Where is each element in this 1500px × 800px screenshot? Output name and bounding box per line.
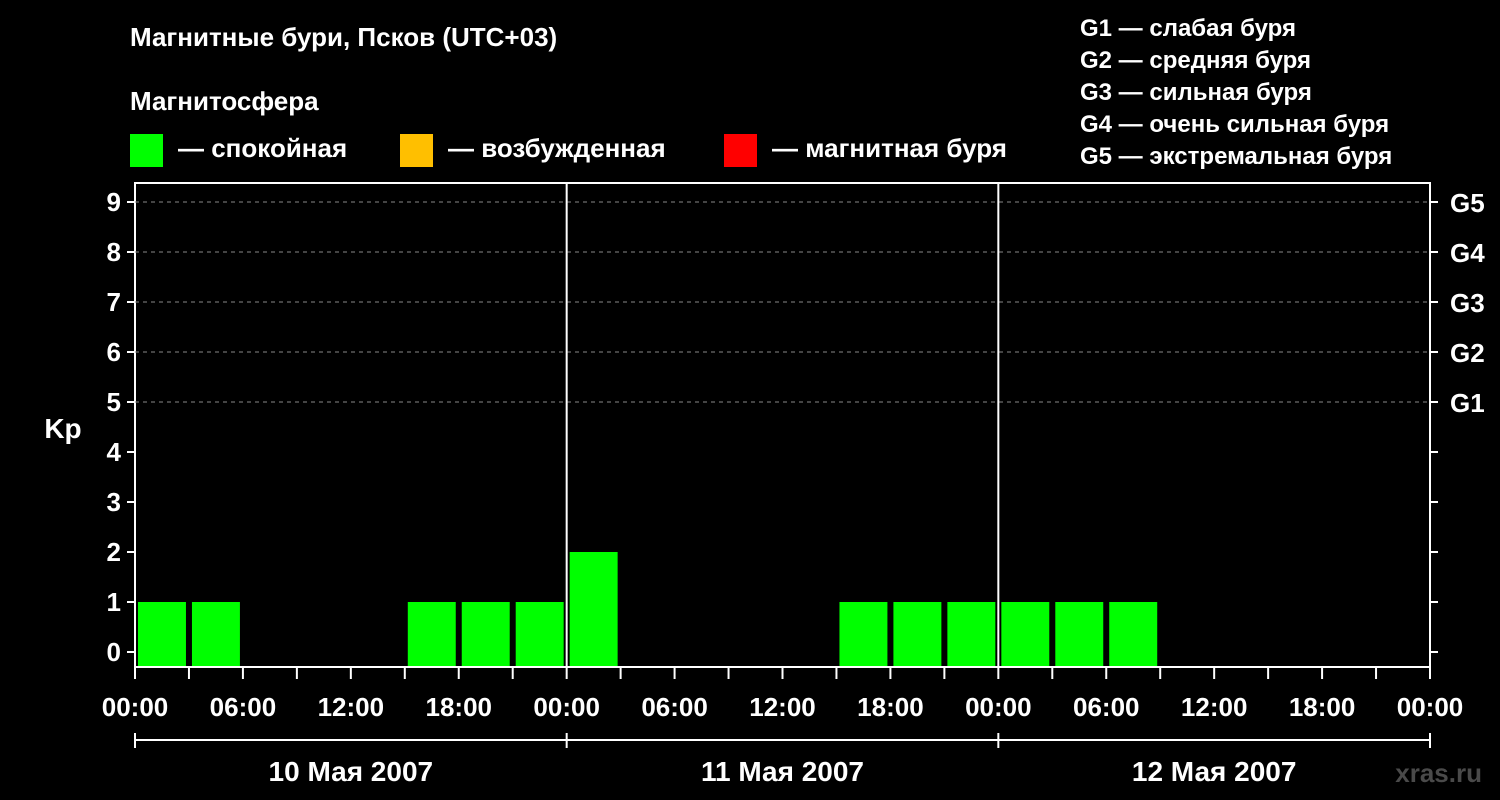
storm-level-label: G3 [1450,288,1485,318]
x-tick-label: 18:00 [1289,692,1356,722]
day-label: 10 Мая 2007 [269,756,434,787]
y-tick-label: 3 [107,487,121,517]
x-tick-label: 06:00 [210,692,277,722]
storm-level-label: G2 [1450,338,1485,368]
y-tick-label: 9 [107,187,121,217]
y-tick-label: 1 [107,587,121,617]
x-tick-label: 06:00 [641,692,708,722]
x-tick-label: 18:00 [857,692,924,722]
day-label: 12 Мая 2007 [1132,756,1297,787]
kp-bar [461,602,510,666]
storm-level-label: G1 [1450,388,1485,418]
kp-chart: 0 1 2 3 4 5 6 7 8 9 Kp G1 G2 G3 G4 G5 00:00 06:00 12:00 18:… [44,182,1485,787]
kp-bar [893,602,942,666]
x-tick-label: 00:00 [1397,692,1464,722]
brand-watermark: xras.ru [1395,758,1482,788]
storm-level-label: G4 [1450,238,1485,268]
storm-level-label: G5 [1450,188,1485,218]
y-tick-label: 7 [107,287,121,317]
y-tick-label: 5 [107,387,121,417]
y-tick-label: 6 [107,337,121,367]
x-tick-label: 12:00 [1181,692,1248,722]
kp-bar [569,552,618,666]
y-tick-label: 4 [107,437,122,467]
kp-bar [138,602,186,666]
y-axis-label: Kp [44,413,81,444]
x-tick-label: 00:00 [533,692,600,722]
kp-bar [1001,602,1050,666]
kp-bar [191,602,240,666]
kp-bar [515,602,564,666]
kp-bar [839,602,888,666]
plot-frame [134,182,1431,668]
y-tick-label: 0 [107,637,121,667]
day-label: 11 Мая 2007 [701,756,864,787]
kp-bar [407,602,456,666]
x-tick-label: 12:00 [318,692,385,722]
x-tick-label: 18:00 [426,692,493,722]
x-tick-label: 00:00 [102,692,169,722]
y-tick-label: 8 [107,237,121,267]
kp-bar [1055,602,1104,666]
x-tick-label: 06:00 [1073,692,1140,722]
kp-bar [1109,602,1158,666]
x-tick-label: 12:00 [749,692,816,722]
kp-bar [947,602,996,666]
x-tick-label: 00:00 [965,692,1032,722]
y-tick-label: 2 [107,537,121,567]
